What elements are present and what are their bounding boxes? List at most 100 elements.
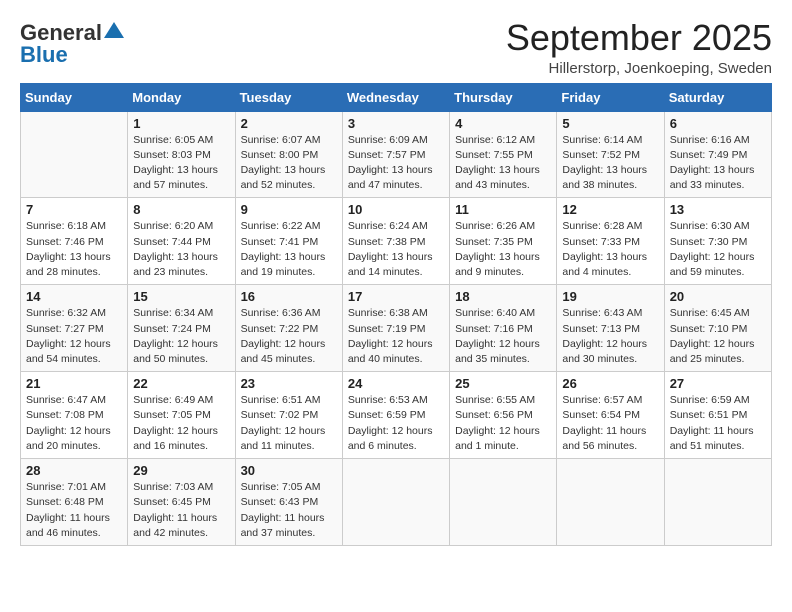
calendar-day-5: 5 Sunrise: 6:14 AMSunset: 7:52 PMDaylight… — [557, 111, 664, 198]
month-title: September 2025 — [506, 18, 772, 58]
day-number: 11 — [455, 202, 551, 217]
day-info: Sunrise: 6:09 AMSunset: 7:57 PMDaylight:… — [348, 133, 444, 194]
calendar-day-24: 24 Sunrise: 6:53 AMSunset: 6:59 PMDayligh… — [342, 372, 449, 459]
day-number: 25 — [455, 376, 551, 391]
calendar-week-row: 14Sunrise: 6:32 AMSunset: 7:27 PMDayligh… — [21, 285, 772, 372]
calendar-day-27: 27Sunrise: 6:59 AMSunset: 6:51 PMDayligh… — [664, 372, 771, 459]
calendar-day-3: 3 Sunrise: 6:09 AMSunset: 7:57 PMDaylight… — [342, 111, 449, 198]
calendar-week-row: 7Sunrise: 6:18 AMSunset: 7:46 PMDaylight… — [21, 198, 772, 285]
calendar-day-13: 13Sunrise: 6:30 AMSunset: 7:30 PMDayligh… — [664, 198, 771, 285]
weekday-header-sunday: Sunday — [21, 83, 128, 111]
day-info: Sunrise: 6:07 AMSunset: 8:00 PMDaylight:… — [241, 133, 337, 194]
calendar-week-row: 1 Sunrise: 6:05 AMSunset: 8:03 PMDaylight… — [21, 111, 772, 198]
day-info: Sunrise: 6:53 AMSunset: 6:59 PMDaylight:… — [348, 393, 444, 454]
calendar-week-row: 28 Sunrise: 7:01 AMSunset: 6:48 PMDayligh… — [21, 459, 772, 546]
calendar-day-23: 23 Sunrise: 6:51 AMSunset: 7:02 PMDayligh… — [235, 372, 342, 459]
calendar-day-17: 17Sunrise: 6:38 AMSunset: 7:19 PMDayligh… — [342, 285, 449, 372]
calendar-day-22: 22 Sunrise: 6:49 AMSunset: 7:05 PMDayligh… — [128, 372, 235, 459]
title-area: September 2025 Hillerstorp, Joenkoeping,… — [506, 18, 772, 77]
day-info: Sunrise: 6:16 AMSunset: 7:49 PMDaylight:… — [670, 133, 766, 194]
calendar-day-1: 1 Sunrise: 6:05 AMSunset: 8:03 PMDaylight… — [128, 111, 235, 198]
day-number: 5 — [562, 116, 658, 131]
calendar-day-25: 25 Sunrise: 6:55 AMSunset: 6:56 PMDayligh… — [450, 372, 557, 459]
header: General Blue September 2025 Hillerstorp,… — [20, 18, 772, 77]
day-number: 2 — [241, 116, 337, 131]
calendar-day-29: 29Sunrise: 7:03 AMSunset: 6:45 PMDayligh… — [128, 459, 235, 546]
weekday-header-wednesday: Wednesday — [342, 83, 449, 111]
calendar-day-15: 15 Sunrise: 6:34 AMSunset: 7:24 PMDayligh… — [128, 285, 235, 372]
calendar-day-8: 8 Sunrise: 6:20 AMSunset: 7:44 PMDaylight… — [128, 198, 235, 285]
day-info: Sunrise: 7:01 AMSunset: 6:48 PMDaylight:… — [26, 480, 122, 541]
calendar-empty-cell — [557, 459, 664, 546]
weekday-header-friday: Friday — [557, 83, 664, 111]
day-number: 24 — [348, 376, 444, 391]
day-number: 6 — [670, 116, 766, 131]
weekday-header-row: SundayMondayTuesdayWednesdayThursdayFrid… — [21, 83, 772, 111]
day-number: 28 — [26, 463, 122, 478]
day-number: 15 — [133, 289, 229, 304]
day-info: Sunrise: 6:55 AMSunset: 6:56 PMDaylight:… — [455, 393, 551, 454]
logo-general-text: General — [20, 22, 102, 44]
calendar-day-30: 30Sunrise: 7:05 AMSunset: 6:43 PMDayligh… — [235, 459, 342, 546]
calendar-day-18: 18 Sunrise: 6:40 AMSunset: 7:16 PMDayligh… — [450, 285, 557, 372]
calendar-day-20: 20Sunrise: 6:45 AMSunset: 7:10 PMDayligh… — [664, 285, 771, 372]
day-info: Sunrise: 6:22 AMSunset: 7:41 PMDaylight:… — [241, 219, 337, 280]
calendar-table: SundayMondayTuesdayWednesdayThursdayFrid… — [20, 83, 772, 546]
calendar-day-21: 21 Sunrise: 6:47 AMSunset: 7:08 PMDayligh… — [21, 372, 128, 459]
day-number: 30 — [241, 463, 337, 478]
calendar-day-19: 19 Sunrise: 6:43 AMSunset: 7:13 PMDayligh… — [557, 285, 664, 372]
day-info: Sunrise: 6:38 AMSunset: 7:19 PMDaylight:… — [348, 306, 444, 367]
day-number: 18 — [455, 289, 551, 304]
logo: General Blue — [20, 22, 125, 67]
calendar-day-14: 14Sunrise: 6:32 AMSunset: 7:27 PMDayligh… — [21, 285, 128, 372]
calendar-empty-cell — [664, 459, 771, 546]
calendar-day-10: 10Sunrise: 6:24 AMSunset: 7:38 PMDayligh… — [342, 198, 449, 285]
day-number: 4 — [455, 116, 551, 131]
day-info: Sunrise: 6:05 AMSunset: 8:03 PMDaylight:… — [133, 133, 229, 194]
day-number: 21 — [26, 376, 122, 391]
logo-blue-text: Blue — [20, 42, 68, 67]
day-info: Sunrise: 6:51 AMSunset: 7:02 PMDaylight:… — [241, 393, 337, 454]
day-info: Sunrise: 6:57 AMSunset: 6:54 PMDaylight:… — [562, 393, 658, 454]
day-number: 22 — [133, 376, 229, 391]
weekday-header-saturday: Saturday — [664, 83, 771, 111]
day-info: Sunrise: 6:28 AMSunset: 7:33 PMDaylight:… — [562, 219, 658, 280]
calendar-day-26: 26Sunrise: 6:57 AMSunset: 6:54 PMDayligh… — [557, 372, 664, 459]
day-info: Sunrise: 6:30 AMSunset: 7:30 PMDaylight:… — [670, 219, 766, 280]
day-number: 19 — [562, 289, 658, 304]
subtitle: Hillerstorp, Joenkoeping, Sweden — [506, 60, 772, 77]
calendar-day-7: 7Sunrise: 6:18 AMSunset: 7:46 PMDaylight… — [21, 198, 128, 285]
calendar-day-11: 11 Sunrise: 6:26 AMSunset: 7:35 PMDayligh… — [450, 198, 557, 285]
weekday-header-tuesday: Tuesday — [235, 83, 342, 111]
calendar-day-28: 28 Sunrise: 7:01 AMSunset: 6:48 PMDayligh… — [21, 459, 128, 546]
calendar-day-16: 16Sunrise: 6:36 AMSunset: 7:22 PMDayligh… — [235, 285, 342, 372]
day-info: Sunrise: 6:26 AMSunset: 7:35 PMDaylight:… — [455, 219, 551, 280]
calendar-day-2: 2 Sunrise: 6:07 AMSunset: 8:00 PMDaylight… — [235, 111, 342, 198]
day-info: Sunrise: 6:18 AMSunset: 7:46 PMDaylight:… — [26, 219, 122, 280]
weekday-header-monday: Monday — [128, 83, 235, 111]
logo-icon — [103, 20, 125, 42]
day-info: Sunrise: 6:20 AMSunset: 7:44 PMDaylight:… — [133, 219, 229, 280]
calendar-day-6: 6 Sunrise: 6:16 AMSunset: 7:49 PMDaylight… — [664, 111, 771, 198]
day-number: 23 — [241, 376, 337, 391]
calendar-day-4: 4 Sunrise: 6:12 AMSunset: 7:55 PMDaylight… — [450, 111, 557, 198]
day-info: Sunrise: 6:40 AMSunset: 7:16 PMDaylight:… — [455, 306, 551, 367]
calendar-empty-cell — [21, 111, 128, 198]
day-info: Sunrise: 6:59 AMSunset: 6:51 PMDaylight:… — [670, 393, 766, 454]
day-info: Sunrise: 6:14 AMSunset: 7:52 PMDaylight:… — [562, 133, 658, 194]
day-info: Sunrise: 6:49 AMSunset: 7:05 PMDaylight:… — [133, 393, 229, 454]
day-info: Sunrise: 7:03 AMSunset: 6:45 PMDaylight:… — [133, 480, 229, 541]
day-info: Sunrise: 6:34 AMSunset: 7:24 PMDaylight:… — [133, 306, 229, 367]
calendar-empty-cell — [450, 459, 557, 546]
weekday-header-thursday: Thursday — [450, 83, 557, 111]
day-number: 20 — [670, 289, 766, 304]
day-number: 9 — [241, 202, 337, 217]
calendar-empty-cell — [342, 459, 449, 546]
day-info: Sunrise: 6:43 AMSunset: 7:13 PMDaylight:… — [562, 306, 658, 367]
day-info: Sunrise: 6:36 AMSunset: 7:22 PMDaylight:… — [241, 306, 337, 367]
day-info: Sunrise: 6:47 AMSunset: 7:08 PMDaylight:… — [26, 393, 122, 454]
day-number: 1 — [133, 116, 229, 131]
day-number: 8 — [133, 202, 229, 217]
day-number: 3 — [348, 116, 444, 131]
day-info: Sunrise: 6:12 AMSunset: 7:55 PMDaylight:… — [455, 133, 551, 194]
